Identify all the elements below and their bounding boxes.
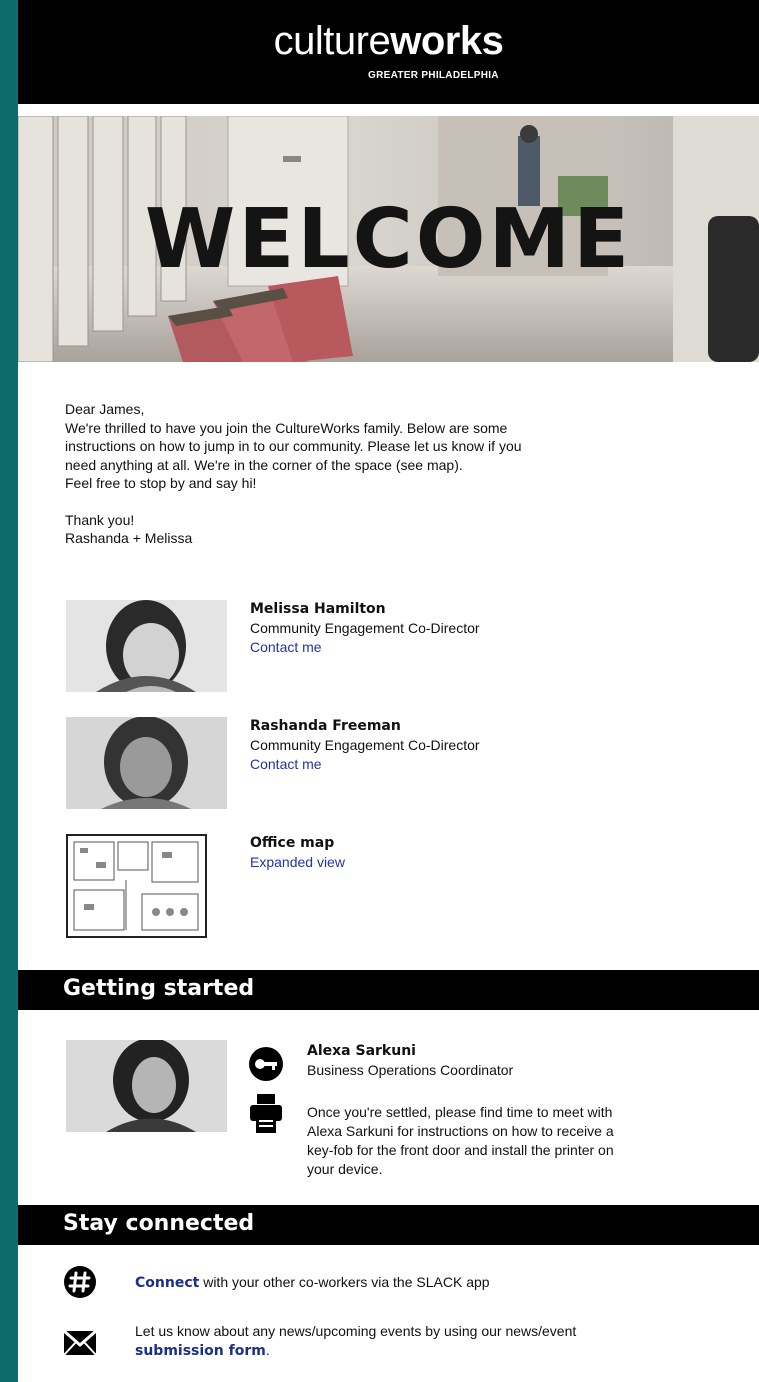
avatar <box>66 600 227 692</box>
news-submission-row: Let us know about any news/upcoming even… <box>135 1322 735 1361</box>
news-text: Let us know about any news/upcoming even… <box>135 1323 577 1339</box>
hero-title: WELCOME <box>144 191 633 287</box>
instruction-line: Alexa Sarkuni for instructions on how to… <box>307 1123 614 1139</box>
signature: Rashanda + Melissa <box>65 530 193 546</box>
logo-subtitle: GREATER PHILADELPHIA <box>368 70 499 81</box>
office-map-thumbnail[interactable] <box>66 834 207 938</box>
slack-connect-row: Connect with your other co-workers via t… <box>135 1273 735 1293</box>
person-title: Community Engagement Co-Director <box>250 737 480 753</box>
letter-line: instructions on how to jump in to our co… <box>65 438 522 454</box>
header: cultureworks GREATER PHILADELPHIA <box>18 0 759 104</box>
instruction-line: your device. <box>307 1161 383 1177</box>
avatar-alexa <box>66 1040 227 1132</box>
connect-text: with your other co-workers via the SLACK… <box>199 1274 490 1290</box>
contact-me-link[interactable]: Contact me <box>250 639 322 655</box>
person-name: Rashanda Freeman <box>250 718 401 734</box>
person-name: Alexa Sarkuni <box>307 1043 416 1059</box>
logo-light-text: culture <box>273 19 391 63</box>
key-icon <box>248 1046 284 1087</box>
instruction-line: Once you're settled, please find time to… <box>307 1104 613 1120</box>
greeting: Dear James, <box>65 401 145 417</box>
welcome-letter: Dear James, We're thrilled to have you j… <box>65 400 705 548</box>
contact-me-link[interactable]: Contact me <box>250 756 322 772</box>
submission-form-link[interactable]: submission form <box>135 1343 266 1359</box>
hero-banner: WELCOME <box>18 116 759 362</box>
logo-bold-text: works <box>390 19 504 63</box>
section-heading: Stay connected <box>63 1211 255 1236</box>
person-title: Community Engagement Co-Director <box>250 620 480 636</box>
letter-line: need anything at all. We're in the corne… <box>65 456 463 473</box>
contact-alexa: Alexa Sarkuni Business Operations Coordi… <box>307 1042 513 1080</box>
person-name: Melissa Hamilton <box>250 601 386 617</box>
letter-line: Feel free to stop by and say hi! <box>65 475 257 491</box>
email-body: cultureworks GREATER PHILADELPHIA WELCOM… <box>18 0 759 1382</box>
logo: cultureworks GREATER PHILADELPHIA <box>18 19 759 81</box>
period: . <box>265 1342 270 1358</box>
connect-link[interactable]: Connect <box>135 1275 199 1291</box>
expanded-view-link[interactable]: Expanded view <box>250 854 345 870</box>
slack-hashtag-icon <box>63 1265 97 1304</box>
getting-started-instructions: Once you're settled, please find time to… <box>307 1103 747 1179</box>
getting-started-heading-bar: Getting started <box>18 970 759 1010</box>
section-heading: Getting started <box>63 976 255 1001</box>
printer-icon <box>250 1094 282 1139</box>
envelope-icon <box>63 1329 97 1361</box>
thanks: Thank you! <box>65 511 135 528</box>
stay-connected-heading-bar: Stay connected <box>18 1205 759 1245</box>
person-title: Business Operations Coordinator <box>307 1062 514 1078</box>
avatar <box>66 717 227 809</box>
instruction-line: key-fob for the front door and install t… <box>307 1142 614 1158</box>
map-title: Office map <box>250 835 335 851</box>
letter-line: We're thrilled to have you join the Cult… <box>65 419 508 436</box>
